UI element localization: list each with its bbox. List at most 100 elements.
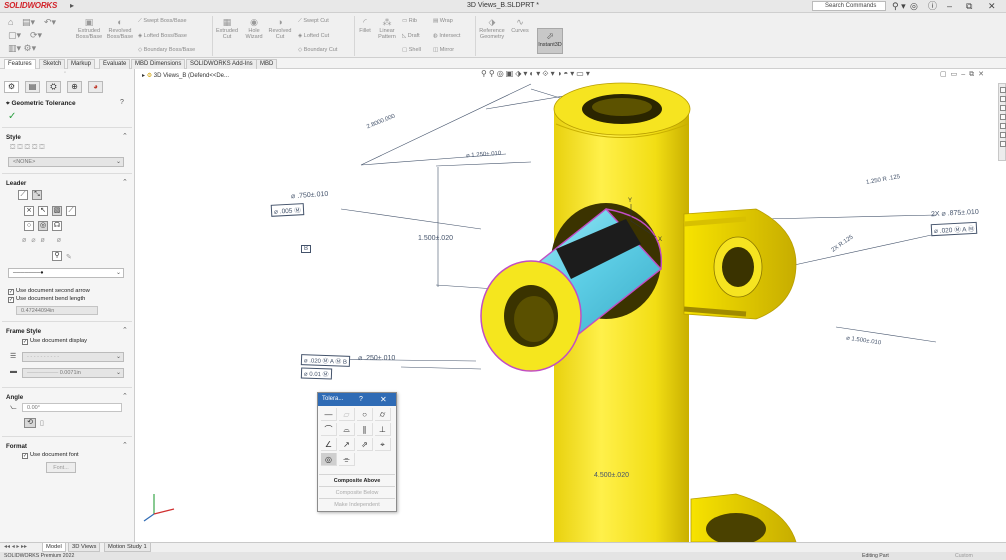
home-icon[interactable] — [999, 87, 1006, 93]
circularity-icon[interactable]: ○ — [357, 408, 373, 421]
flatness-icon[interactable]: ▱ — [339, 408, 355, 421]
bend-length-input[interactable]: 0.47244094in — [16, 306, 98, 315]
boundary-cut-button[interactable]: ◇ Boundary Cut — [298, 47, 352, 53]
print-icon[interactable]: ▥▾ ⚙▾ — [8, 43, 36, 53]
swept-boss-button[interactable]: ⟋ Swept Boss/Base — [138, 18, 200, 24]
total-runout-icon[interactable]: ⇗ — [357, 438, 373, 451]
lofted-cut-button[interactable]: ◈ Lofted Cut — [298, 33, 352, 39]
revolved-cut-button[interactable]: ◑ Revolved Cut — [268, 17, 292, 40]
style-select[interactable]: <NONE> ⌄ — [8, 157, 124, 167]
help-icon[interactable]: ? — [120, 99, 124, 106]
annotation-lower-frame-2[interactable]: ⌀ 0.01 Ⓜ — [300, 367, 332, 380]
intersect-button[interactable]: ◍ Intersect — [433, 33, 473, 39]
help-icon[interactable]: ⓘ — [928, 1, 937, 11]
tolerance-popup[interactable]: Tolera... ? ✕ — ▱ ○ ⌭ ⌒ ⌓ ∥ ⊥ ∠ ↗ ⇗ ⌖ ◎ ⌯ Composite A… — [317, 392, 397, 512]
leader-bent-icon[interactable]: ⤡ — [32, 190, 42, 200]
file-explorer-icon[interactable] — [999, 114, 1006, 120]
tab-motion-study[interactable]: Motion Study 1 — [104, 543, 151, 552]
leader-circle-icon[interactable]: ○ — [24, 221, 34, 231]
angle-input[interactable]: 0.00° — [22, 403, 122, 412]
home-icon[interactable]: ⌂ — [8, 17, 13, 27]
fillet-button[interactable]: ◜ Fillet — [356, 17, 374, 34]
boundary-boss-button[interactable]: ◇ Boundary Boss/Base — [138, 47, 208, 53]
panel-grip-icon[interactable]: ◦ — [64, 70, 66, 76]
instant3d-button[interactable]: ⬀ Instant3D — [537, 28, 563, 54]
annotation-right-frame[interactable]: ⌀ .020 Ⓜ A Ⓜ — [930, 221, 978, 237]
rib-button[interactable]: ▭ Rib — [402, 18, 432, 24]
status-units[interactable]: Custom — [955, 552, 973, 560]
tab-features[interactable]: Features — [4, 59, 36, 69]
leader-none-icon[interactable]: ⨯ — [24, 206, 34, 216]
tab-mbd[interactable]: MBD — [256, 59, 278, 69]
minimize-icon[interactable]: – — [947, 1, 952, 11]
resources-icon[interactable] — [999, 96, 1006, 102]
property-manager-icon[interactable]: ▤ — [25, 81, 40, 93]
profile-surface-icon[interactable]: ⌓ — [339, 423, 355, 436]
angularity-icon[interactable]: ∠ — [321, 438, 337, 451]
tab-markup[interactable]: Markup — [67, 59, 96, 69]
revolved-boss-button[interactable]: ◐ Revolved Boss/Base — [106, 17, 134, 40]
leader-target-icon[interactable]: ◎ — [38, 221, 48, 231]
ok-check-icon[interactable]: ✓ — [8, 111, 16, 122]
curves-button[interactable]: ∿ Curves — [508, 17, 532, 34]
new-icon[interactable]: ▢▾ — [8, 30, 21, 40]
extruded-cut-button[interactable]: ▦ Extruded Cut — [214, 17, 240, 40]
mirror-button[interactable]: ◫ Mirror — [433, 47, 473, 53]
undo-icon[interactable]: ↶▾ — [44, 17, 56, 27]
annotation-bottom-dim[interactable]: 4.500±.020 — [594, 472, 629, 479]
draft-button[interactable]: ◺ Draft — [402, 33, 432, 39]
search-icon[interactable]: ⚲ ▾ — [892, 1, 906, 11]
hole-wizard-button[interactable]: ◉ Hole Wizard — [242, 17, 266, 40]
position-icon[interactable]: ⌖ — [375, 438, 391, 451]
line-thickness-select[interactable]: ──────── 0.0071in ⌄ — [22, 368, 124, 378]
collapse-icon[interactable]: ⌃ — [122, 132, 128, 140]
graphics-area[interactable]: Y X ⌀ .750±.010 ⌀ .005 Ⓜ B 1.500±.020 ⌀ … — [136, 69, 1006, 542]
user-icon[interactable]: ◎ — [910, 1, 918, 11]
datum-b-label[interactable]: B — [301, 245, 312, 253]
tab-mbd-dimensions[interactable]: MBD Dimensions — [131, 59, 186, 69]
annotation-lower-dim[interactable]: ⌀ .250±.010 — [358, 354, 395, 362]
close-icon[interactable]: ✕ — [380, 393, 387, 406]
collapse-icon[interactable]: ⌃ — [122, 441, 128, 449]
leader-extra-icons[interactable]: ø⌀ø ø — [22, 236, 66, 244]
shell-button[interactable]: ▢ Shell — [402, 47, 432, 53]
collapse-icon[interactable]: ⌃ — [122, 326, 128, 334]
annotation-top-frame[interactable]: ⌀ .005 Ⓜ — [270, 203, 304, 217]
configuration-icon[interactable]: ⛭ — [46, 81, 61, 93]
appearances-icon[interactable] — [999, 123, 1006, 129]
parallelism-icon[interactable]: ∥ — [357, 423, 373, 436]
align-icon[interactable]: ▯ — [40, 419, 44, 427]
leader-shield-icon[interactable]: ☊ — [52, 221, 62, 231]
cylindricity-icon[interactable]: ⌭ — [375, 408, 391, 421]
use-font-checkbox[interactable]: ✓ Use document font — [22, 451, 79, 459]
leader-header[interactable]: Leader — [6, 180, 26, 187]
tab-nav-icons[interactable]: ◂◂ ◂ ▸ ▸▸ — [4, 543, 27, 550]
extruded-boss-button[interactable]: ▣ Extruded Boss/Base — [75, 17, 103, 40]
symmetry-icon[interactable]: ⌯ — [339, 453, 355, 466]
composite-below-button[interactable]: Composite Below — [319, 486, 395, 498]
tab-model[interactable]: Model — [42, 543, 66, 552]
help-icon[interactable]: ? — [359, 393, 363, 406]
lofted-boss-button[interactable]: ◈ Lofted Boss/Base — [138, 33, 200, 39]
circular-runout-icon[interactable]: ↗ — [339, 438, 355, 451]
right-lug[interactable] — [683, 208, 797, 320]
style-header[interactable]: Style — [6, 134, 21, 141]
frame-style-header[interactable]: Frame Style — [6, 328, 41, 335]
leader-straight-icon[interactable]: ⟋ — [18, 190, 28, 200]
rebuild-icon[interactable]: ⟳▾ — [30, 30, 42, 40]
straightness-icon[interactable]: — — [321, 408, 337, 421]
concentricity-icon[interactable]: ◎ — [321, 453, 337, 466]
leader-attach-icon[interactable]: ⚲ — [52, 251, 62, 261]
design-library-icon[interactable] — [999, 105, 1006, 111]
tab-evaluate[interactable]: Evaluate — [99, 59, 131, 69]
dimxpert-icon[interactable]: ⊕ — [67, 81, 82, 93]
leader-auto-icon[interactable]: ↖ — [38, 206, 48, 216]
rotate-icon[interactable]: ⟲ — [24, 418, 36, 428]
arrow-style-select[interactable]: ───────● ⌄ — [8, 268, 124, 278]
search-commands-input[interactable]: Search Commands — [812, 1, 886, 11]
feature-tree-flyout[interactable]: ▸ ⚙ 3D Views_B (Defend<<De... — [142, 72, 229, 79]
leader-angle-icon[interactable]: ⟋ — [66, 206, 76, 216]
leader-pin-icon[interactable]: ✎ — [66, 253, 72, 261]
reference-geometry-button[interactable]: ⬗ Reference Geometry — [477, 17, 507, 40]
annotation-lower-frame-1[interactable]: ⌀ .020 Ⓜ A Ⓜ B — [300, 354, 351, 367]
